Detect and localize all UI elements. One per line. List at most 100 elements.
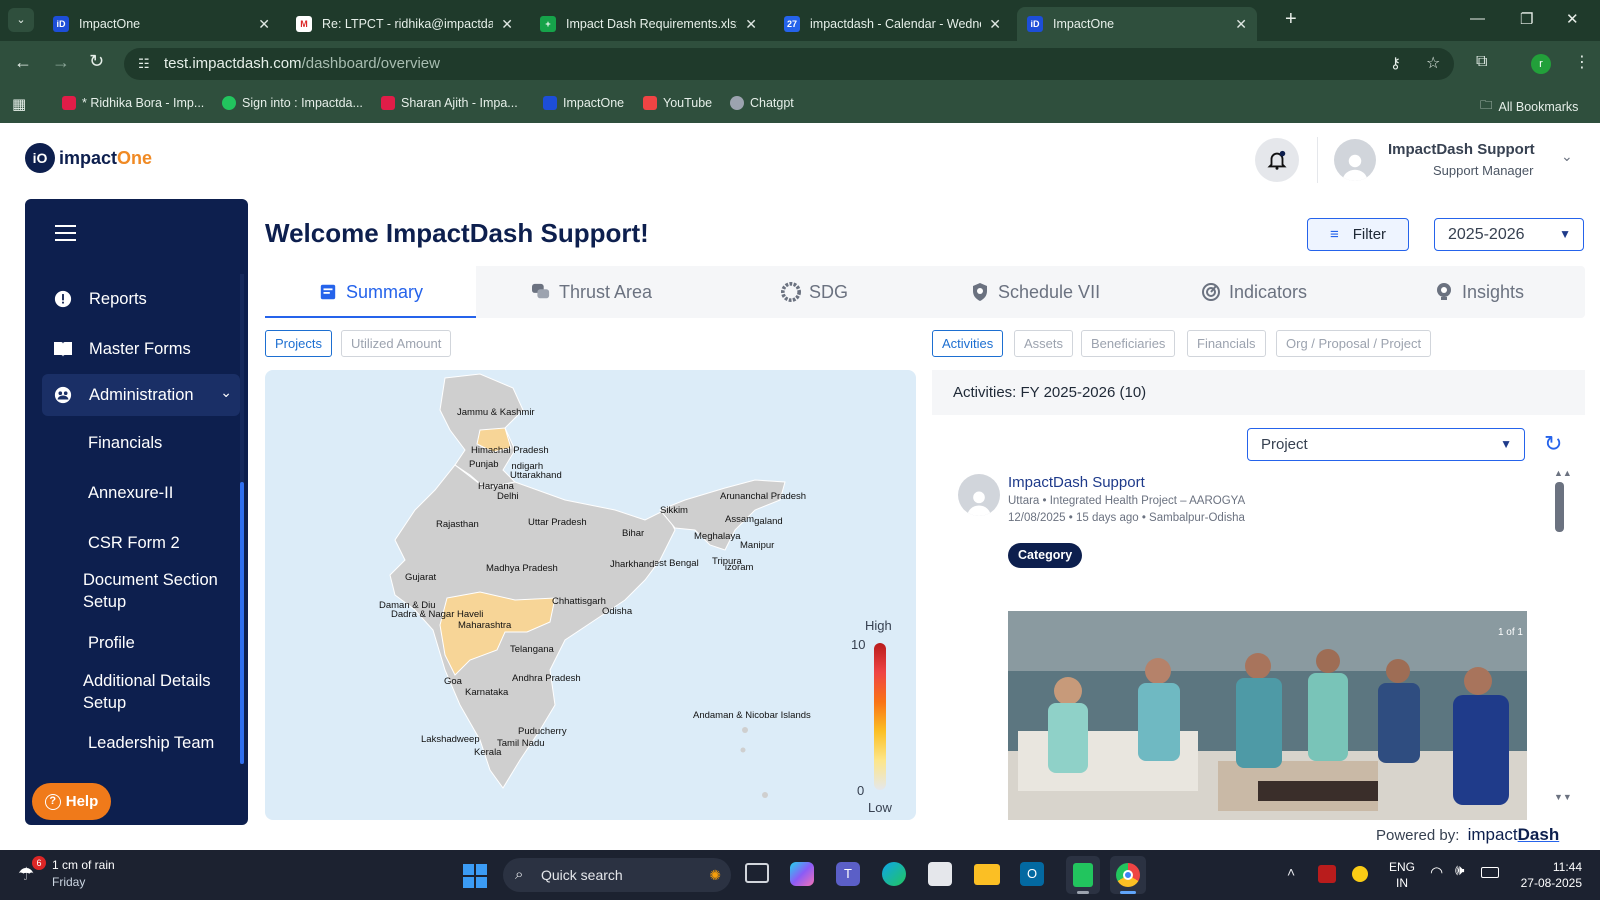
file-explorer-icon[interactable] bbox=[974, 864, 1000, 885]
year-select[interactable]: 2025-2026 ▼ bbox=[1434, 218, 1584, 251]
bookmark-item[interactable]: YouTube bbox=[643, 96, 712, 110]
sidebar-item-reports[interactable]: Reports bbox=[25, 282, 240, 316]
task-view-icon[interactable] bbox=[745, 863, 769, 883]
site-info-icon[interactable]: ☷ bbox=[138, 48, 150, 80]
user-icon bbox=[1342, 154, 1368, 181]
language-indicator[interactable]: ENG IN bbox=[1389, 859, 1415, 891]
bookmark-item[interactable]: Chatgpt bbox=[730, 96, 794, 110]
tray-app-icon[interactable] bbox=[1318, 865, 1336, 883]
store-icon[interactable] bbox=[928, 862, 952, 886]
start-button[interactable] bbox=[463, 864, 487, 888]
bookmark-item[interactable]: Sharan Ajith - Impa... bbox=[381, 96, 518, 110]
volume-icon[interactable]: 🕪 bbox=[1455, 862, 1464, 879]
tab-search-button[interactable]: ⌄ bbox=[8, 8, 34, 32]
tab-indicators[interactable]: Indicators bbox=[1201, 266, 1307, 318]
user-avatar[interactable] bbox=[1334, 139, 1376, 181]
new-tab-icon[interactable]: + bbox=[1285, 8, 1297, 31]
close-tab-icon[interactable]: ✕ bbox=[989, 16, 1001, 33]
map-island[interactable] bbox=[742, 727, 748, 733]
map-island[interactable] bbox=[740, 747, 746, 753]
activities-scrollbar[interactable]: ▲▲ ▼▼ bbox=[1553, 468, 1572, 808]
tab-summary[interactable]: Summary bbox=[318, 266, 423, 318]
all-bookmarks[interactable]: 🗀 All Bookmarks bbox=[1480, 96, 1578, 117]
close-tab-icon[interactable]: ✕ bbox=[258, 16, 270, 33]
category-badge[interactable]: Category bbox=[1008, 543, 1083, 568]
sidebar-item-master-forms[interactable]: Master Forms bbox=[25, 332, 240, 366]
pill-utilized-amount[interactable]: Utilized Amount bbox=[341, 330, 452, 357]
bookmark-item[interactable]: Sign into : Impactda... bbox=[222, 96, 363, 110]
browser-tab[interactable]: M Re: LTPCT - ridhika@impactdas ✕ bbox=[286, 7, 523, 41]
filter-button[interactable]: ≡ Filter bbox=[1307, 218, 1409, 251]
india-map[interactable] bbox=[265, 370, 916, 820]
teams-icon[interactable]: T bbox=[836, 862, 860, 886]
forward-icon[interactable]: → bbox=[52, 52, 70, 73]
scroll-down-icon[interactable]: ▼▼ bbox=[1554, 792, 1572, 802]
close-window-icon[interactable]: ✕ bbox=[1566, 10, 1579, 28]
browser-tab[interactable]: iD ImpactOne ✕ bbox=[43, 7, 280, 41]
back-icon[interactable]: ← bbox=[14, 52, 32, 73]
tray-chevron-icon[interactable]: ˄ bbox=[1287, 864, 1295, 880]
user-menu-chevron-icon[interactable]: ⌄ bbox=[1561, 148, 1573, 165]
project-select[interactable]: Project ▼ bbox=[1247, 428, 1525, 461]
logo-text-suffix: One bbox=[117, 147, 153, 168]
help-button[interactable]: ? Help bbox=[32, 783, 111, 820]
tab-insights[interactable]: Insights bbox=[1434, 266, 1524, 318]
sidebar-subitem-document-section[interactable]: Document Section Setup bbox=[83, 569, 243, 613]
apps-grid-icon[interactable]: ▦ bbox=[12, 95, 26, 113]
clock[interactable]: 11:44 27-08-2025 bbox=[1512, 859, 1582, 891]
close-tab-icon[interactable]: ✕ bbox=[1235, 16, 1247, 33]
password-key-icon[interactable]: ⚷ bbox=[1390, 48, 1401, 80]
outlook-icon[interactable]: O bbox=[1020, 862, 1044, 886]
activity-author[interactable]: ImpactDash Support bbox=[1008, 474, 1145, 491]
pill-projects[interactable]: Projects bbox=[265, 330, 332, 357]
battery-icon[interactable] bbox=[1481, 867, 1499, 878]
sidebar-item-administration[interactable]: Administration ⌄ bbox=[42, 374, 240, 416]
refresh-icon[interactable]: ↻ bbox=[1544, 431, 1562, 457]
close-tab-icon[interactable]: ✕ bbox=[745, 16, 757, 33]
bookmark-item[interactable]: ImpactOne bbox=[543, 96, 624, 110]
profile-avatar[interactable]: r bbox=[1531, 54, 1551, 74]
reload-icon[interactable]: ↻ bbox=[89, 51, 104, 72]
sidebar-subitem-profile[interactable]: Profile bbox=[88, 632, 135, 654]
wifi-icon[interactable]: ◠ bbox=[1430, 863, 1443, 881]
close-tab-icon[interactable]: ✕ bbox=[501, 16, 513, 33]
restore-icon[interactable]: ❐ bbox=[1520, 10, 1533, 28]
sidebar-subitem-leadership[interactable]: Leadership Team bbox=[88, 732, 214, 754]
pill-assets[interactable]: Assets bbox=[1014, 330, 1074, 357]
bookmark-item[interactable]: * Ridhika Bora - Imp... bbox=[62, 96, 204, 110]
map-island[interactable] bbox=[762, 792, 768, 798]
copilot-icon[interactable] bbox=[790, 862, 814, 886]
activity-photo[interactable]: 1 of 1 bbox=[1008, 611, 1527, 820]
pill-activities[interactable]: Activities bbox=[932, 330, 1004, 357]
taskbar-search[interactable]: ⌕ Quick search ✺ bbox=[503, 858, 731, 892]
browser-tab-active[interactable]: iD ImpactOne ✕ bbox=[1017, 7, 1257, 41]
chrome-icon[interactable] bbox=[1110, 856, 1146, 894]
hamburger-menu-icon[interactable] bbox=[55, 225, 76, 241]
browser-tab[interactable]: + Impact Dash Requirements.xlsx ✕ bbox=[530, 7, 767, 41]
sidebar-scrollbar[interactable] bbox=[240, 274, 244, 764]
sidebar-subitem-annexure[interactable]: Annexure-II bbox=[88, 482, 173, 504]
tab-schedule-vii[interactable]: Schedule VII bbox=[970, 266, 1100, 318]
tab-thrust-area[interactable]: Thrust Area bbox=[531, 266, 652, 318]
browser-tab-bar: ⌄ iD ImpactOne ✕ M Re: LTPCT - ridhika@im… bbox=[0, 0, 1600, 41]
tab-sdg[interactable]: SDG bbox=[781, 266, 848, 318]
bookmark-star-icon[interactable]: ☆ bbox=[1426, 48, 1440, 80]
sidebar-subitem-csr-form[interactable]: CSR Form 2 bbox=[88, 532, 180, 554]
url-bar[interactable]: ☷ test.impactdash.com/dashboard/overview… bbox=[124, 48, 1454, 80]
minimize-icon[interactable]: — bbox=[1470, 10, 1485, 27]
browser-tab[interactable]: 27 impactdash - Calendar - Wedne ✕ bbox=[774, 7, 1011, 41]
app-running-icon[interactable] bbox=[1066, 856, 1100, 894]
calendar-icon: 27 bbox=[784, 16, 800, 32]
pill-org-proposal-project[interactable]: Org / Proposal / Project bbox=[1276, 330, 1432, 357]
tray-status-icon[interactable] bbox=[1352, 866, 1368, 882]
sidebar-subitem-additional-details[interactable]: Additional Details Setup bbox=[83, 670, 233, 714]
app-logo[interactable]: iO impact One bbox=[25, 143, 152, 173]
sidebar-subitem-financials[interactable]: Financials bbox=[88, 432, 162, 454]
scroll-up-icon[interactable]: ▲▲ bbox=[1554, 468, 1572, 478]
notification-button[interactable] bbox=[1255, 138, 1299, 182]
pill-financials[interactable]: Financials bbox=[1187, 330, 1266, 357]
extensions-icon[interactable]: ⧉ bbox=[1476, 53, 1487, 71]
browser-menu-icon[interactable]: ⋮ bbox=[1574, 52, 1590, 72]
pill-beneficiaries[interactable]: Beneficiaries bbox=[1081, 330, 1176, 357]
edge-icon[interactable] bbox=[882, 862, 906, 886]
